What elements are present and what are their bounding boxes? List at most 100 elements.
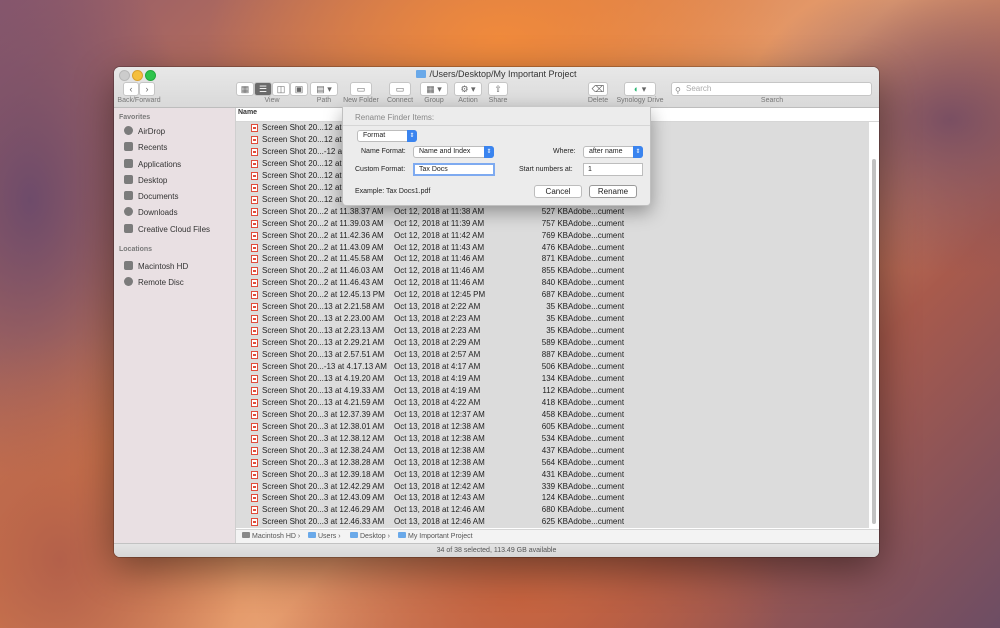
table-row[interactable]: Screen Shot 20...2 at 11.46.03 AM Oct 12,…	[236, 265, 869, 278]
file-kind: Adobe...cument	[568, 218, 625, 228]
file-kind: Adobe...cument	[568, 230, 625, 240]
pdf-file-icon	[251, 135, 258, 144]
table-row[interactable]: Screen Shot 20...3 at 12.43.09 AM Oct 13,…	[236, 492, 869, 505]
file-name: Screen Shot 20...3 at 12.38.24 AM	[262, 445, 385, 455]
file-date: Oct 13, 2018 at 12:37 AM	[394, 409, 485, 419]
file-date: Oct 13, 2018 at 2:23 AM	[394, 314, 481, 324]
action-button[interactable]: ⚙ ▾	[454, 82, 482, 96]
table-row[interactable]: Screen Shot 20...13 at 2.23.00 AM Oct 13,…	[236, 313, 869, 326]
sidebar-item-downloads[interactable]: Downloads	[124, 207, 178, 219]
group-button[interactable]: ▦ ▾	[420, 82, 448, 96]
table-row[interactable]: Screen Shot 20...3 at 12.39.18 AM Oct 13,…	[236, 468, 869, 481]
sidebar-item-documents[interactable]: Documents	[124, 191, 178, 203]
table-row[interactable]: Screen Shot 20...13 at 2.21.58 AM Oct 13,…	[236, 301, 869, 314]
table-row[interactable]: Screen Shot 20...2 at 11.45.58 AM Oct 12,…	[236, 253, 869, 266]
table-row[interactable]: Screen Shot 20...3 at 12.38.01 AM Oct 13,…	[236, 420, 869, 433]
where-label: Where:	[553, 148, 576, 155]
table-row[interactable]: Screen Shot 20...2 at 11.46.43 AM Oct 12,…	[236, 277, 869, 290]
path-bar: Macintosh HD › Users › Desktop › My Impo…	[236, 529, 879, 544]
file-kind: Adobe...cument	[568, 373, 625, 383]
table-row[interactable]: Screen Shot 20...3 at 12.37.39 AM Oct 13,…	[236, 408, 869, 421]
new-folder-button[interactable]: ▭	[350, 82, 372, 96]
table-row[interactable]: Screen Shot 20...2 at 12.45.13 PM Oct 12,…	[236, 289, 869, 302]
table-row[interactable]: Screen Shot 20...2 at 11.43.09 AM Oct 12,…	[236, 241, 869, 254]
gear-icon: ⚙ ▾	[460, 83, 476, 94]
start-numbers-field[interactable]: 1	[583, 163, 643, 176]
file-date: Oct 13, 2018 at 12:38 AM	[394, 445, 485, 455]
icon-view-button[interactable]: ▦	[236, 82, 254, 96]
sidebar-item-remote-disc[interactable]: Remote Disc	[124, 277, 184, 289]
table-row[interactable]: Screen Shot 20...2 at 11.42.36 AM Oct 12,…	[236, 229, 869, 242]
back-button[interactable]: ‹	[123, 82, 139, 96]
table-row[interactable]: Screen Shot 20...3 at 12.38.28 AM Oct 13,…	[236, 456, 869, 469]
file-name: Screen Shot 20...13 at 2.29.21 AM	[262, 338, 385, 348]
table-row[interactable]: Screen Shot 20...13 at 4.19.20 AM Oct 13,…	[236, 372, 869, 385]
search-label: Search	[760, 97, 784, 104]
file-kind: Adobe...cument	[568, 350, 625, 360]
file-name: Screen Shot 20...2 at 11.43.09 AM	[262, 242, 384, 252]
table-row[interactable]: Screen Shot 20...-13 at 4.17.13 AM Oct 13…	[236, 361, 869, 373]
synology-drive-button[interactable]: ◐ ▾	[624, 82, 656, 96]
custom-format-field[interactable]: Tax Docs	[413, 163, 495, 176]
forward-button[interactable]: ›	[139, 82, 155, 96]
file-kind: Adobe...cument	[568, 326, 625, 336]
file-name: Screen Shot 20...13 at 2.57.51 AM	[262, 350, 385, 360]
path-item-desktop[interactable]: Desktop ›	[350, 530, 390, 543]
table-row[interactable]: Screen Shot 20...13 at 2.23.13 AM Oct 13,…	[236, 325, 869, 338]
connect-button[interactable]: ▭	[389, 82, 411, 96]
path-item-macintosh-hd[interactable]: Macintosh HD ›	[242, 530, 300, 543]
name-column-header[interactable]: Name	[238, 109, 257, 116]
table-row[interactable]: Screen Shot 20...2 at 11.39.03 AM Oct 12,…	[236, 217, 869, 230]
table-row[interactable]: Screen Shot 20...2 at 11.38.37 AM Oct 12,…	[236, 205, 869, 218]
grid-icon: ▦	[240, 83, 250, 94]
column-view-button[interactable]: ◫	[272, 82, 290, 96]
synology-drive-label: Synology Drive	[616, 97, 664, 104]
chevron-updown-icon: ⇕	[633, 146, 643, 158]
pdf-file-icon	[251, 219, 258, 228]
rename-mode-popup[interactable]: Format ⇕	[357, 130, 417, 142]
scrollbar[interactable]	[872, 159, 876, 524]
search-field[interactable]: ⚲ Search	[671, 82, 872, 96]
table-row[interactable]: Screen Shot 20...13 at 4.21.59 AM Oct 13,…	[236, 396, 869, 409]
sidebar-item-desktop[interactable]: Desktop	[124, 175, 167, 187]
sidebar-item-applications[interactable]: Applications	[124, 159, 181, 171]
sidebar-item-creative-cloud-files[interactable]: Creative Cloud Files	[124, 224, 210, 236]
sidebar-item-macintosh-hd[interactable]: Macintosh HD	[124, 261, 188, 273]
file-date: Oct 12, 2018 at 11:42 AM	[394, 230, 485, 240]
where-popup[interactable]: after name ⇕	[583, 146, 643, 158]
pdf-file-icon	[251, 410, 258, 419]
path-button[interactable]: ▤ ▾	[310, 82, 338, 96]
table-row[interactable]: Screen Shot 20...13 at 2.29.21 AM Oct 13,…	[236, 337, 869, 350]
file-size: 124 KB	[541, 493, 568, 503]
rename-button[interactable]: Rename	[589, 185, 637, 198]
delete-button[interactable]: ⌫	[588, 82, 608, 96]
table-row[interactable]: Screen Shot 20...3 at 12.46.29 AM Oct 13,…	[236, 504, 869, 517]
table-row[interactable]: Screen Shot 20...3 at 12.38.24 AM Oct 13,…	[236, 444, 869, 457]
table-row[interactable]: Screen Shot 20...3 at 12.38.12 AM Oct 13,…	[236, 432, 869, 445]
cancel-button[interactable]: Cancel	[534, 185, 582, 198]
folder-icon	[350, 532, 358, 538]
pdf-file-icon	[251, 231, 258, 240]
table-row[interactable]: Screen Shot 20...3 at 12.42.29 AM Oct 13,…	[236, 480, 869, 493]
file-date: Oct 13, 2018 at 12:46 AM	[394, 505, 485, 515]
file-date: Oct 12, 2018 at 11:46 AM	[394, 266, 485, 276]
table-row[interactable]: Screen Shot 20...3 at 12.46.33 AM Oct 13,…	[236, 516, 869, 529]
file-name: Screen Shot 20...12 at	[262, 194, 342, 204]
file-kind: Adobe...cument	[568, 445, 625, 455]
file-size: 564 KB	[541, 457, 568, 467]
table-row[interactable]: Screen Shot 20...13 at 4.19.33 AM Oct 13,…	[236, 384, 869, 397]
custom-format-label: Custom Format:	[355, 166, 406, 173]
file-size: 855 KB	[541, 266, 568, 276]
server-icon: ▭	[395, 83, 405, 94]
sidebar-item-recents[interactable]: Recents	[124, 142, 167, 154]
path-item-users[interactable]: Users ›	[308, 530, 341, 543]
list-view-button[interactable]: ☰	[254, 82, 272, 96]
path-item-my-important-project[interactable]: My Important Project	[398, 530, 473, 543]
table-row[interactable]: Screen Shot 20...13 at 2.57.51 AM Oct 13,…	[236, 349, 869, 362]
file-size: 35 KB	[546, 302, 568, 312]
file-size: 35 KB	[546, 326, 568, 336]
sidebar-item-airdrop[interactable]: AirDrop	[124, 126, 165, 138]
name-format-popup[interactable]: Name and Index ⇕	[413, 146, 494, 158]
share-button[interactable]: ⇧	[488, 82, 508, 96]
gallery-view-button[interactable]: ▣	[290, 82, 308, 96]
